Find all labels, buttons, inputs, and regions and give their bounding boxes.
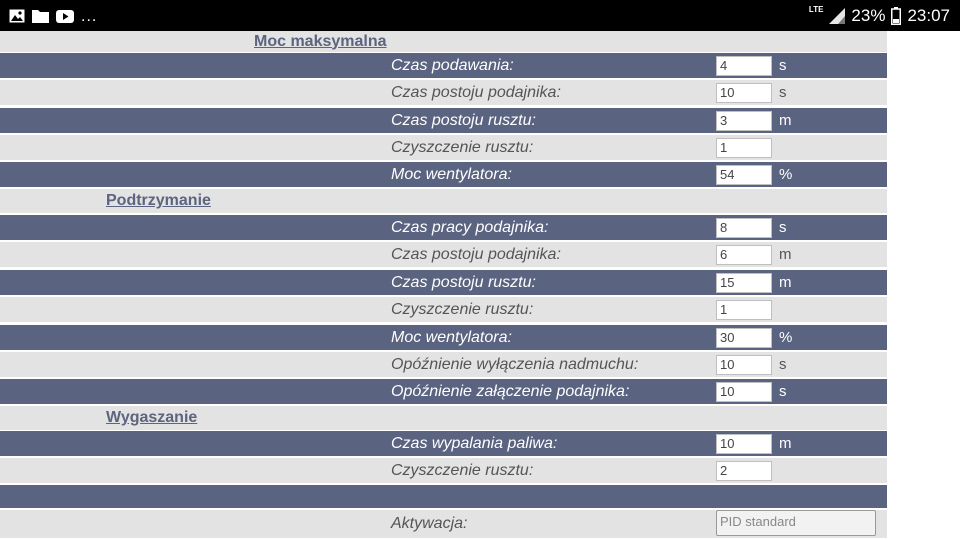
setting-label: Czyszczenie rusztu:	[391, 300, 534, 318]
setting-row: Czas pracy podajnika: 8 s	[0, 215, 887, 240]
section-header-row: Moc maksymalna	[0, 31, 887, 52]
setting-input[interactable]: 3	[716, 110, 772, 131]
setting-row: Moc wentylatora: 30 %	[0, 325, 887, 350]
setting-label: Czas postoju podajnika:	[391, 83, 561, 101]
setting-unit: s	[779, 356, 787, 373]
network-type-label: LTE	[808, 5, 824, 14]
status-bar: ... LTE 23% 23:07	[0, 0, 960, 31]
setting-unit: m	[779, 112, 792, 129]
setting-input[interactable]: 1	[716, 137, 772, 158]
battery-icon	[891, 7, 902, 25]
setting-row: Czas wypalania paliwa: 10 m	[0, 431, 887, 456]
setting-label: Czyszczenie rusztu:	[391, 461, 534, 479]
setting-unit: m	[779, 246, 792, 263]
setting-row: Czas postoju podajnika: 10 s	[0, 80, 887, 105]
setting-label: Czas postoju rusztu:	[391, 111, 536, 129]
setting-input[interactable]: 10	[716, 381, 772, 402]
setting-row: Czas postoju podajnika: 6 m	[0, 242, 887, 267]
setting-label: Moc wentylatora:	[391, 328, 512, 346]
setting-label: Moc wentylatora:	[391, 165, 512, 183]
status-bar-system: LTE 23% 23:07	[809, 4, 950, 28]
section-header-row: Wygaszanie	[0, 406, 887, 430]
setting-label: Czas wypalania paliwa:	[391, 434, 558, 452]
section-header-row: Podtrzymanie	[0, 189, 887, 213]
setting-label: Opóźnienie załączenie podajnika:	[391, 382, 630, 400]
battery-percent: 23%	[851, 6, 886, 25]
setting-input[interactable]: 10	[716, 354, 772, 375]
section-title-extinguish: Wygaszanie	[106, 409, 198, 426]
setting-unit: m	[779, 274, 792, 291]
more-notifications-indicator: ...	[81, 8, 98, 25]
setting-input[interactable]: 30	[716, 327, 772, 348]
setting-unit: %	[779, 329, 793, 346]
folder-icon	[32, 9, 49, 23]
setting-row: Czyszczenie rusztu: 2	[0, 458, 887, 483]
setting-row: Czas podawania: 4 s	[0, 53, 887, 78]
setting-input[interactable]: 10	[716, 82, 772, 103]
setting-input[interactable]: 8	[716, 217, 772, 238]
clock: 23:07	[907, 6, 950, 25]
setting-label: Opóźnienie wyłączenia nadmuchu:	[391, 355, 639, 373]
setting-unit: s	[779, 57, 787, 74]
setting-unit: s	[779, 84, 787, 101]
image-icon	[9, 9, 25, 23]
section-title-max-power: Moc maksymalna	[254, 32, 387, 50]
setting-label: Czas pracy podajnika:	[391, 218, 549, 236]
setting-label: Czyszczenie rusztu:	[391, 138, 534, 156]
setting-input[interactable]: 1	[716, 299, 772, 320]
setting-unit: %	[779, 166, 793, 183]
boiler-settings-panel: Moc maksymalna Czas podawania: 4 s Czas …	[0, 31, 887, 540]
activation-row: Aktywacja: PID standard	[0, 510, 887, 538]
spacer-row	[0, 485, 887, 508]
setting-input[interactable]: 15	[716, 272, 772, 293]
youtube-icon	[56, 9, 74, 23]
setting-row: Opóźnienie załączenie podajnika: 10 s	[0, 379, 887, 404]
setting-label: Czas postoju rusztu:	[391, 273, 536, 291]
setting-unit: m	[779, 435, 792, 452]
activation-select[interactable]: PID standard	[716, 510, 876, 536]
setting-row: Czas postoju rusztu: 3 m	[0, 108, 887, 133]
setting-row: Czyszczenie rusztu: 1	[0, 297, 887, 322]
setting-row: Opóźnienie wyłączenia nadmuchu: 10 s	[0, 352, 887, 377]
status-bar-notifications: ...	[9, 6, 97, 26]
setting-label: Czas podawania:	[391, 56, 514, 74]
setting-input[interactable]: 54	[716, 164, 772, 185]
setting-input[interactable]: 6	[716, 244, 772, 265]
section-title-hold: Podtrzymanie	[106, 192, 211, 209]
setting-row: Czas postoju rusztu: 15 m	[0, 270, 887, 295]
setting-row: Czyszczenie rusztu: 1	[0, 135, 887, 160]
signal-icon	[829, 8, 846, 24]
setting-unit: s	[779, 383, 787, 400]
setting-label: Czas postoju podajnika:	[391, 245, 561, 263]
setting-unit: s	[779, 219, 787, 236]
setting-input[interactable]: 4	[716, 55, 772, 76]
setting-row: Moc wentylatora: 54 %	[0, 162, 887, 187]
activation-label: Aktywacja:	[391, 515, 468, 532]
setting-input[interactable]: 2	[716, 460, 772, 481]
setting-input[interactable]: 10	[716, 433, 772, 454]
